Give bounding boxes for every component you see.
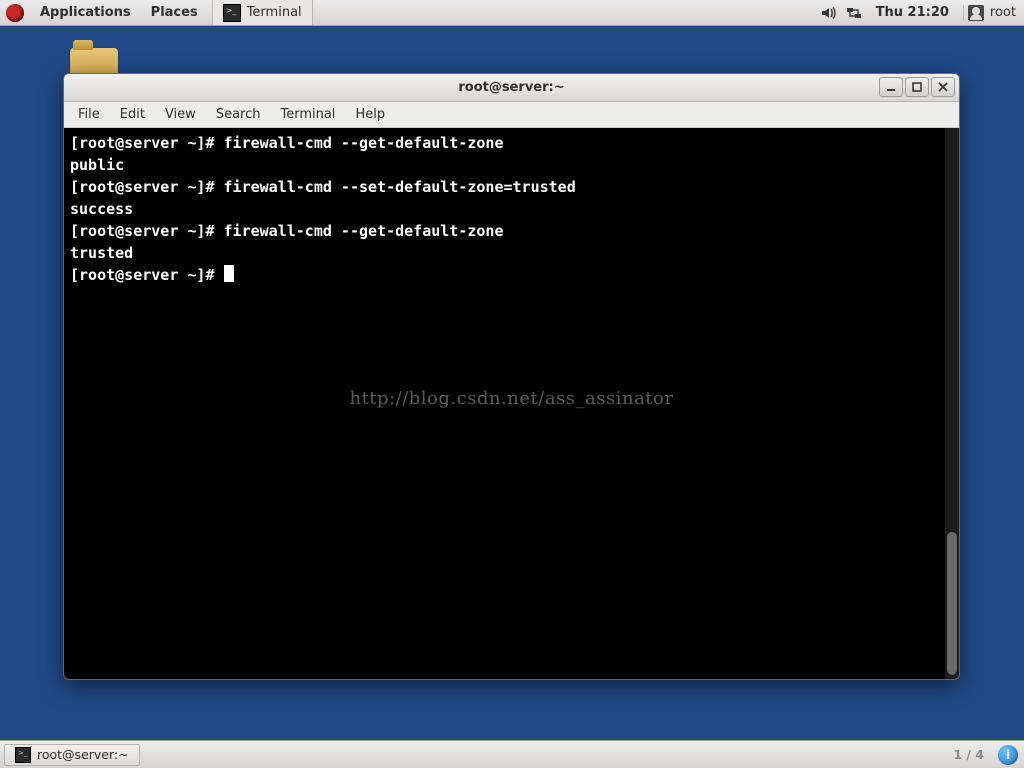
- user-label: root: [990, 5, 1016, 20]
- terminal-icon: [223, 4, 241, 22]
- menu-help[interactable]: Help: [345, 102, 395, 128]
- scrollbar-thumb[interactable]: [947, 532, 957, 675]
- terminal-scrollbar[interactable]: [945, 128, 959, 679]
- maximize-button[interactable]: [905, 77, 929, 97]
- terminal-menubar: File Edit View Search Terminal Help: [64, 102, 959, 128]
- top-panel: Applications Places Terminal Thu 21:20 r…: [0, 0, 1024, 26]
- window-title: root@server:~: [458, 80, 564, 95]
- distro-logo-icon: [6, 4, 24, 22]
- terminal-icon: [15, 747, 31, 763]
- system-tray: Thu 21:20 root: [820, 5, 1024, 21]
- bottom-panel: root@server:~ 1 / 4 i: [0, 740, 1024, 768]
- watermark-text: http://blog.csdn.net/ass_assinator: [64, 388, 959, 409]
- terminal-area[interactable]: [root@server ~]# firewall-cmd --get-defa…: [64, 128, 959, 679]
- clock[interactable]: Thu 21:20: [872, 5, 953, 20]
- terminal-window: root@server:~ File Edit View Search Term…: [63, 73, 960, 680]
- menu-file[interactable]: File: [68, 102, 110, 128]
- panel-task-terminal[interactable]: Terminal: [212, 0, 313, 25]
- menu-search[interactable]: Search: [206, 102, 271, 128]
- info-icon[interactable]: i: [998, 745, 1018, 765]
- panel-task-label: Terminal: [247, 5, 302, 20]
- minimize-button[interactable]: [879, 77, 903, 97]
- network-icon[interactable]: [846, 5, 862, 21]
- workspace-indicator[interactable]: 1 / 4: [943, 747, 994, 762]
- taskbar-item-terminal[interactable]: root@server:~: [4, 744, 140, 766]
- terminal-output: [root@server ~]# firewall-cmd --get-defa…: [64, 128, 959, 290]
- user-icon: [968, 5, 984, 21]
- user-menu[interactable]: root: [963, 5, 1016, 21]
- volume-icon[interactable]: [820, 5, 836, 21]
- menu-terminal[interactable]: Terminal: [270, 102, 345, 128]
- menu-view[interactable]: View: [155, 102, 206, 128]
- applications-menu[interactable]: Applications: [30, 0, 141, 26]
- close-button[interactable]: [931, 77, 955, 97]
- places-menu[interactable]: Places: [141, 0, 208, 26]
- taskbar-item-label: root@server:~: [37, 747, 129, 762]
- window-titlebar[interactable]: root@server:~: [64, 74, 959, 102]
- menu-edit[interactable]: Edit: [110, 102, 155, 128]
